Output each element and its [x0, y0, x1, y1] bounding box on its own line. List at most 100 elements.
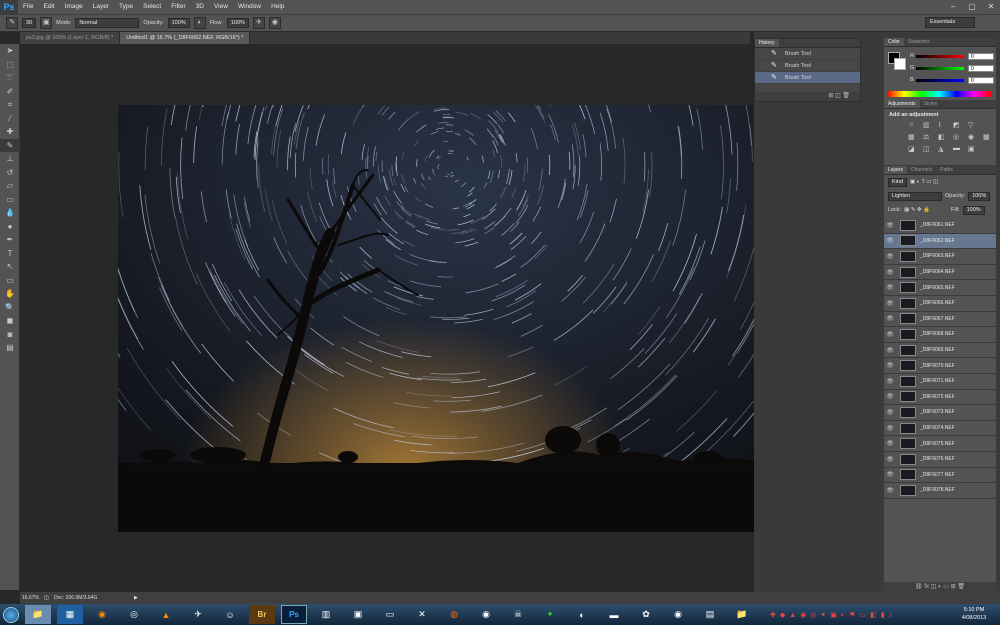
menu-3d[interactable]: 3D [191, 0, 209, 14]
path-select-tool-icon[interactable]: ↖ [0, 260, 20, 274]
adjustment-layer-icon[interactable]: ◐ [938, 584, 942, 590]
layer-row[interactable]: 👁 _D8F6068.NEF [884, 327, 996, 343]
app-icon[interactable]: ▬ [601, 605, 627, 624]
menu-window[interactable]: Window [233, 0, 266, 14]
mask-icon[interactable]: ◫ [931, 584, 937, 590]
app-icon[interactable]: ▭ [377, 605, 403, 624]
layer-row[interactable]: 👁 _D8F6062.NEF [884, 233, 996, 250]
bridge-icon[interactable]: Br [249, 605, 275, 624]
delete-layer-icon[interactable]: 🗑 [957, 584, 965, 590]
channel-mixer-icon[interactable]: ◉ [968, 133, 979, 141]
layer-row[interactable]: 👁 _D8F6064.NEF [884, 265, 996, 281]
selective-color-icon[interactable]: ▣ [968, 145, 979, 153]
eye-icon[interactable]: 👁 [884, 331, 896, 338]
color-balance-icon[interactable]: ⚖ [923, 133, 934, 141]
menu-edit[interactable]: Edit [38, 0, 59, 14]
pressure-size-icon[interactable]: ◉ [268, 17, 281, 29]
pressure-opacity-icon[interactable]: ◐ [193, 17, 206, 29]
eye-icon[interactable]: 👁 [884, 425, 896, 432]
pen-tool-icon[interactable]: ✒ [0, 233, 20, 247]
layer-opacity-field[interactable]: 100% [968, 191, 991, 201]
tab-ps3[interactable]: ps3.jpg @ 100% (Layer 1, RGB/8) * [20, 32, 121, 44]
folder-icon[interactable]: 📁 [729, 605, 755, 624]
blue-value[interactable]: 0 [968, 76, 994, 84]
eye-icon[interactable]: 👁 [884, 315, 896, 322]
airbrush-icon[interactable]: ✈ [252, 17, 265, 29]
app-icon[interactable]: ▤ [697, 605, 723, 624]
layer-row[interactable]: 👁 _D8F6065.NEF [884, 280, 996, 296]
layer-row[interactable]: 👁 _D8F6075.NEF [884, 436, 996, 452]
app-icon[interactable]: ◉ [665, 605, 691, 624]
hue-saturation-icon[interactable]: ▦ [908, 133, 919, 141]
layer-row[interactable]: 👁 _D8F6072.NEF [884, 390, 996, 406]
filter-icons[interactable]: ▣ ◐ T ▭ ◫ [910, 179, 938, 185]
tab-channels[interactable]: Channels [907, 166, 936, 174]
color-spectrum[interactable] [887, 91, 991, 97]
link-layers-icon[interactable]: ⛓ [915, 584, 923, 590]
eye-icon[interactable]: 👁 [884, 347, 896, 354]
tab-layers[interactable]: Layers [884, 166, 908, 174]
vlc-icon[interactable]: ▲ [153, 605, 179, 624]
zoom-tool-icon[interactable]: 🔍 [0, 301, 20, 315]
app-icon[interactable]: ◐ [569, 605, 595, 624]
snapshot-icon[interactable]: ◫ [835, 93, 841, 99]
eye-icon[interactable]: 👁 [884, 471, 896, 478]
trash-icon[interactable]: 🗑 [842, 93, 850, 99]
blue-slider[interactable] [916, 78, 964, 82]
quick-select-tool-icon[interactable]: ✐ [0, 85, 20, 99]
gradient-map-icon[interactable]: ▬ [953, 145, 964, 153]
lasso-tool-icon[interactable]: ➰ [0, 71, 20, 85]
layer-row[interactable]: 👁 _D8F6076.NEF [884, 452, 996, 468]
document-canvas[interactable] [118, 105, 756, 532]
tray-icon[interactable]: ◉ [800, 611, 806, 619]
eyedropper-tool-icon[interactable]: ⁄ [0, 112, 20, 126]
layer-row[interactable]: 👁 _D8F6069.NEF [884, 343, 996, 359]
exposure-icon[interactable]: ◩ [953, 121, 964, 129]
app-icon[interactable]: ☠ [505, 605, 531, 624]
tray-icon[interactable]: ◆ [780, 611, 785, 619]
posterize-icon[interactable]: ◫ [923, 145, 934, 153]
tab-adjustments[interactable]: Adjustments [884, 100, 920, 108]
layer-row[interactable]: 👁 _D8F6061.NEF [884, 218, 996, 234]
group-icon[interactable]: ▭ [943, 584, 949, 590]
color-swatches-icon[interactable]: ◼ [0, 314, 20, 328]
tray-icon[interactable]: ◧ [870, 611, 877, 619]
new-document-icon[interactable]: ⊞ [828, 93, 833, 99]
dodge-tool-icon[interactable]: ● [0, 220, 20, 234]
screen-mode-icon[interactable]: ▤ [0, 341, 20, 355]
curves-icon[interactable]: ⌇ [938, 121, 949, 129]
eye-icon[interactable]: 👁 [884, 222, 896, 229]
clock[interactable]: 5:10 PM 4/08/2013 [954, 606, 994, 622]
maximize-button[interactable]: ▢ [963, 0, 981, 14]
layer-row[interactable]: 👁 _D8F6063.NEF [884, 249, 996, 265]
eraser-tool-icon[interactable]: ▱ [0, 179, 20, 193]
hand-tool-icon[interactable]: ✋ [0, 287, 20, 301]
app-icon[interactable]: ✈ [185, 605, 211, 624]
eye-icon[interactable]: 👁 [884, 456, 896, 463]
tray-icon[interactable]: ✦ [820, 611, 826, 619]
tray-icon[interactable]: ▣ [830, 611, 837, 619]
eye-icon[interactable]: 👁 [884, 362, 896, 369]
layer-row[interactable]: 👁 _D8F6067.NEF [884, 312, 996, 328]
quick-mask-icon[interactable]: ◙ [0, 328, 20, 342]
green-slider-row[interactable]: G 0 [910, 64, 994, 72]
doc-size[interactable]: Doc: 206.9M/3.64G [54, 592, 134, 604]
move-tool-icon[interactable]: ➤ [0, 44, 20, 58]
steam-icon[interactable]: ◉ [473, 605, 499, 624]
layer-row[interactable]: 👁 _D8F6077.NEF [884, 468, 996, 484]
zoom-level[interactable]: 16.67% [20, 592, 44, 604]
tray-icon[interactable]: ⚑ [849, 611, 855, 619]
network-icon[interactable]: ▮ [881, 611, 885, 619]
close-button[interactable]: ✕ [982, 0, 1000, 14]
flow-field[interactable]: 100% [226, 18, 249, 28]
crop-tool-icon[interactable]: ⌗ [0, 98, 20, 112]
red-slider[interactable] [916, 54, 964, 58]
history-item[interactable]: ✎ Brush Tool [755, 48, 860, 60]
clone-stamp-tool-icon[interactable]: ⊥ [0, 152, 20, 166]
brightness-icon[interactable]: ☼ [908, 121, 919, 129]
healing-brush-tool-icon[interactable]: ✚ [0, 125, 20, 139]
firefox-icon[interactable]: ◉ [89, 605, 115, 624]
photoshop-icon[interactable]: Ps [281, 605, 307, 624]
menu-help[interactable]: Help [266, 0, 289, 14]
type-tool-icon[interactable]: T [0, 247, 20, 261]
